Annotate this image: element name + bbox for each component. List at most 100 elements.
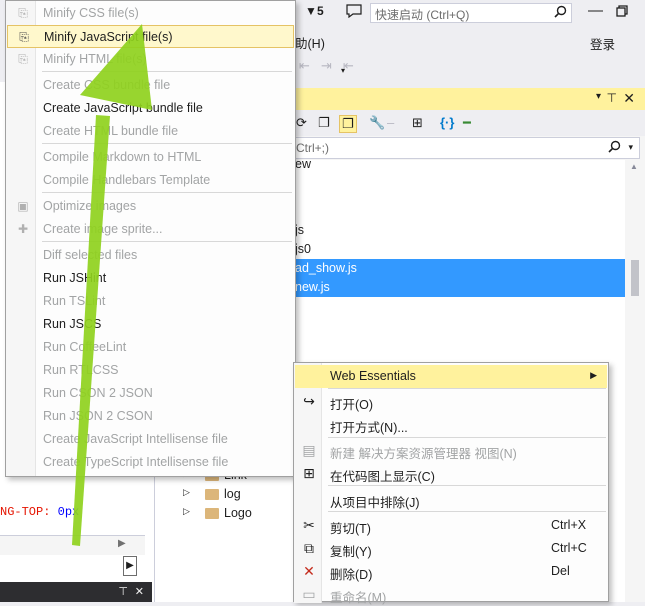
menu-item-label: Run TSLint [43,294,106,308]
editor-horizontal-scrollbar[interactable]: ▶ [0,535,145,555]
menu-item-create-css-bundle-file[interactable]: Create CSS bundle file [7,74,294,97]
menu-item-create-image-sprite[interactable]: ✚ Create image sprite... [7,218,294,241]
menu-separator [328,437,606,438]
menu-item-label: 打开(O) [330,398,374,412]
scissors-icon: ✂ [303,517,315,533]
login-link[interactable]: 登录 [590,34,615,53]
menu-item-label: Minify HTML file(s) [43,52,147,66]
menu-item-run-coffeelint[interactable]: Run CoffeeLint [7,336,294,359]
minus-icon[interactable]: – [387,115,394,130]
close-icon[interactable]: ✕ [623,90,635,107]
menu-item-run-tslint[interactable]: Run TSLint [7,290,294,313]
context-menu-item[interactable]: ⊞ 在代码图上显示(C) [295,462,607,485]
restore-icon[interactable] [616,4,628,20]
menu-item-label: Run CoffeeLint [43,340,127,354]
menu-item-optimize-images[interactable]: ▣ Optimize images [7,195,294,218]
menu-separator [42,192,292,193]
context-menu-item[interactable]: ↪ 打开(O) [295,390,607,413]
shortcut-label: Del [551,564,570,578]
menu-item-run-rtlcss[interactable]: Run RTLCSS [7,359,294,382]
collapse-all-icon[interactable]: ❐ [318,115,330,131]
context-menu-item[interactable]: 打开方式(N)... [295,413,607,436]
menu-item-create-html-bundle-file[interactable]: Create HTML bundle file [7,120,294,143]
menu-item-label: Run JSON 2 CSON [43,409,153,423]
menu-item-label: Run JSCS [43,317,102,331]
scroll-right-icon[interactable]: ▶ [118,538,126,549]
menu-item-run-jscs[interactable]: Run JSCS [7,313,294,336]
speech-bubble-icon[interactable] [346,4,362,21]
notification-count: 5 [317,4,324,18]
menu-separator [42,71,292,72]
nav-forward-icon[interactable]: ⇥ [321,58,335,73]
context-menu-item[interactable]: ▭ 重命名(M) [295,583,607,606]
pin-icon[interactable]: ⊤ [118,585,128,598]
menu-item-compile-markdown-to-html[interactable]: Compile Markdown to HTML [7,146,294,169]
dash-icon[interactable]: ━ [463,115,471,131]
file-context-menu: Web Essentials ▶ ↪ 打开(O) 打开方式(N)... ▤ 新建 解决方案资… [293,362,609,605]
css-property: NG-TOP: [0,505,51,519]
expand-arrow-icon[interactable]: ▷ [183,487,190,498]
css-value: 0px [57,505,80,519]
menu-item-label: 打开方式(N)... [330,421,408,435]
pin-icon[interactable]: ⊤ [607,91,617,105]
sync-icon[interactable]: ⟳ [296,115,307,131]
nav-back-icon[interactable]: ⇤ [299,58,313,73]
submenu-arrow-icon: ▶ [590,370,597,380]
context-menu-item[interactable]: 从项目中排除(J) [295,488,607,511]
open-icon: ↪ [303,393,315,409]
menu-item-run-cson-2-json[interactable]: Run CSON 2 JSON [7,382,294,405]
menu-item-label: Web Essentials [330,369,416,383]
menu-item-create-javascript-bundle-file[interactable]: Create JavaScript bundle file [7,97,294,120]
chevron-down-icon[interactable]: ▾ [628,142,633,153]
menu-item-label: Run CSON 2 JSON [43,386,153,400]
menu-item-diff-selected-files[interactable]: Diff selected files [7,244,294,267]
scroll-up-icon[interactable]: ▲ [630,162,638,171]
show-all-files-icon[interactable]: ❐ [339,115,357,133]
puzzle-icon: ✚ [17,222,29,236]
menu-item-label: Create JavaScript bundle file [43,101,203,115]
search-icon[interactable] [608,140,621,156]
menu-item-minify-css-file-s[interactable]: ⎘ Minify CSS file(s) [7,2,294,25]
tree-item-label: new.js [295,280,330,294]
context-menu-item[interactable]: ✂ 剪切(T) Ctrl+X [295,514,607,537]
braces-icon[interactable]: {·} [440,115,454,130]
properties-wrench-icon[interactable]: 🔧 [369,115,385,131]
code-map-icon: ⊞ [303,465,315,481]
context-menu-item[interactable]: ▤ 新建 解决方案资源管理器 视图(N) [295,439,607,462]
class-view-icon[interactable]: ⊞ [412,115,423,131]
menu-item-label: Create TypeScript Intellisense file [43,455,229,469]
menu-item-run-jshint[interactable]: Run JSHint [7,267,294,290]
menu-item-label: Optimize images [43,199,137,213]
chevron-down-icon[interactable]: ▾ [596,91,601,102]
menu-item-label: Create HTML bundle file [43,124,179,138]
menu-help[interactable]: 助(H) [295,33,325,52]
tree-item-label: js0 [295,242,311,256]
menu-item-web-essentials[interactable]: Web Essentials ▶ [295,365,607,388]
close-icon[interactable]: ✕ [135,585,144,598]
image-icon: ▣ [17,199,29,213]
quick-launch-input[interactable]: 快速启动 (Ctrl+Q) [370,3,572,23]
menu-item-label: 从项目中排除(J) [330,496,420,510]
menu-item-minify-html-file-s[interactable]: ⎘ Minify HTML file(s) [7,48,294,71]
shortcut-label: Ctrl+C [551,541,587,555]
minimize-icon[interactable]: — [588,2,603,19]
context-menu-item[interactable]: ⧉ 复制(Y) Ctrl+C [295,537,607,560]
menu-item-compile-handlebars-template[interactable]: Compile Handlebars Template [7,169,294,192]
context-menu-item[interactable]: ✕ 删除(D) Del [295,560,607,583]
solution-explorer-scrollbar[interactable]: ▲ [625,160,645,602]
menu-item-create-typescript-intellisense-file[interactable]: Create TypeScript Intellisense file [7,451,294,474]
quick-launch-placeholder: 快速启动 (Ctrl+Q) [375,8,470,22]
menu-item-label: 剪切(T) [330,522,371,536]
menu-item-minify-javascript-file-s[interactable]: ⎘ Minify JavaScript file(s) [7,25,294,48]
menu-item-create-javascript-intellisense-file[interactable]: Create JavaScript Intellisense file [7,428,294,451]
toolbar-overflow-icon[interactable]: ▾ [341,66,355,80]
next-button[interactable]: ▶ [123,556,137,576]
scrollbar-thumb[interactable] [631,260,639,296]
expand-arrow-icon[interactable]: ▷ [183,506,190,517]
menu-separator [328,485,606,486]
tree-item-label: log [224,487,241,501]
folder-icon [205,508,219,519]
search-icon[interactable] [554,5,567,21]
funnel-icon[interactable]: ▼ [305,4,317,18]
menu-item-run-json-2-cson[interactable]: Run JSON 2 CSON [7,405,294,428]
